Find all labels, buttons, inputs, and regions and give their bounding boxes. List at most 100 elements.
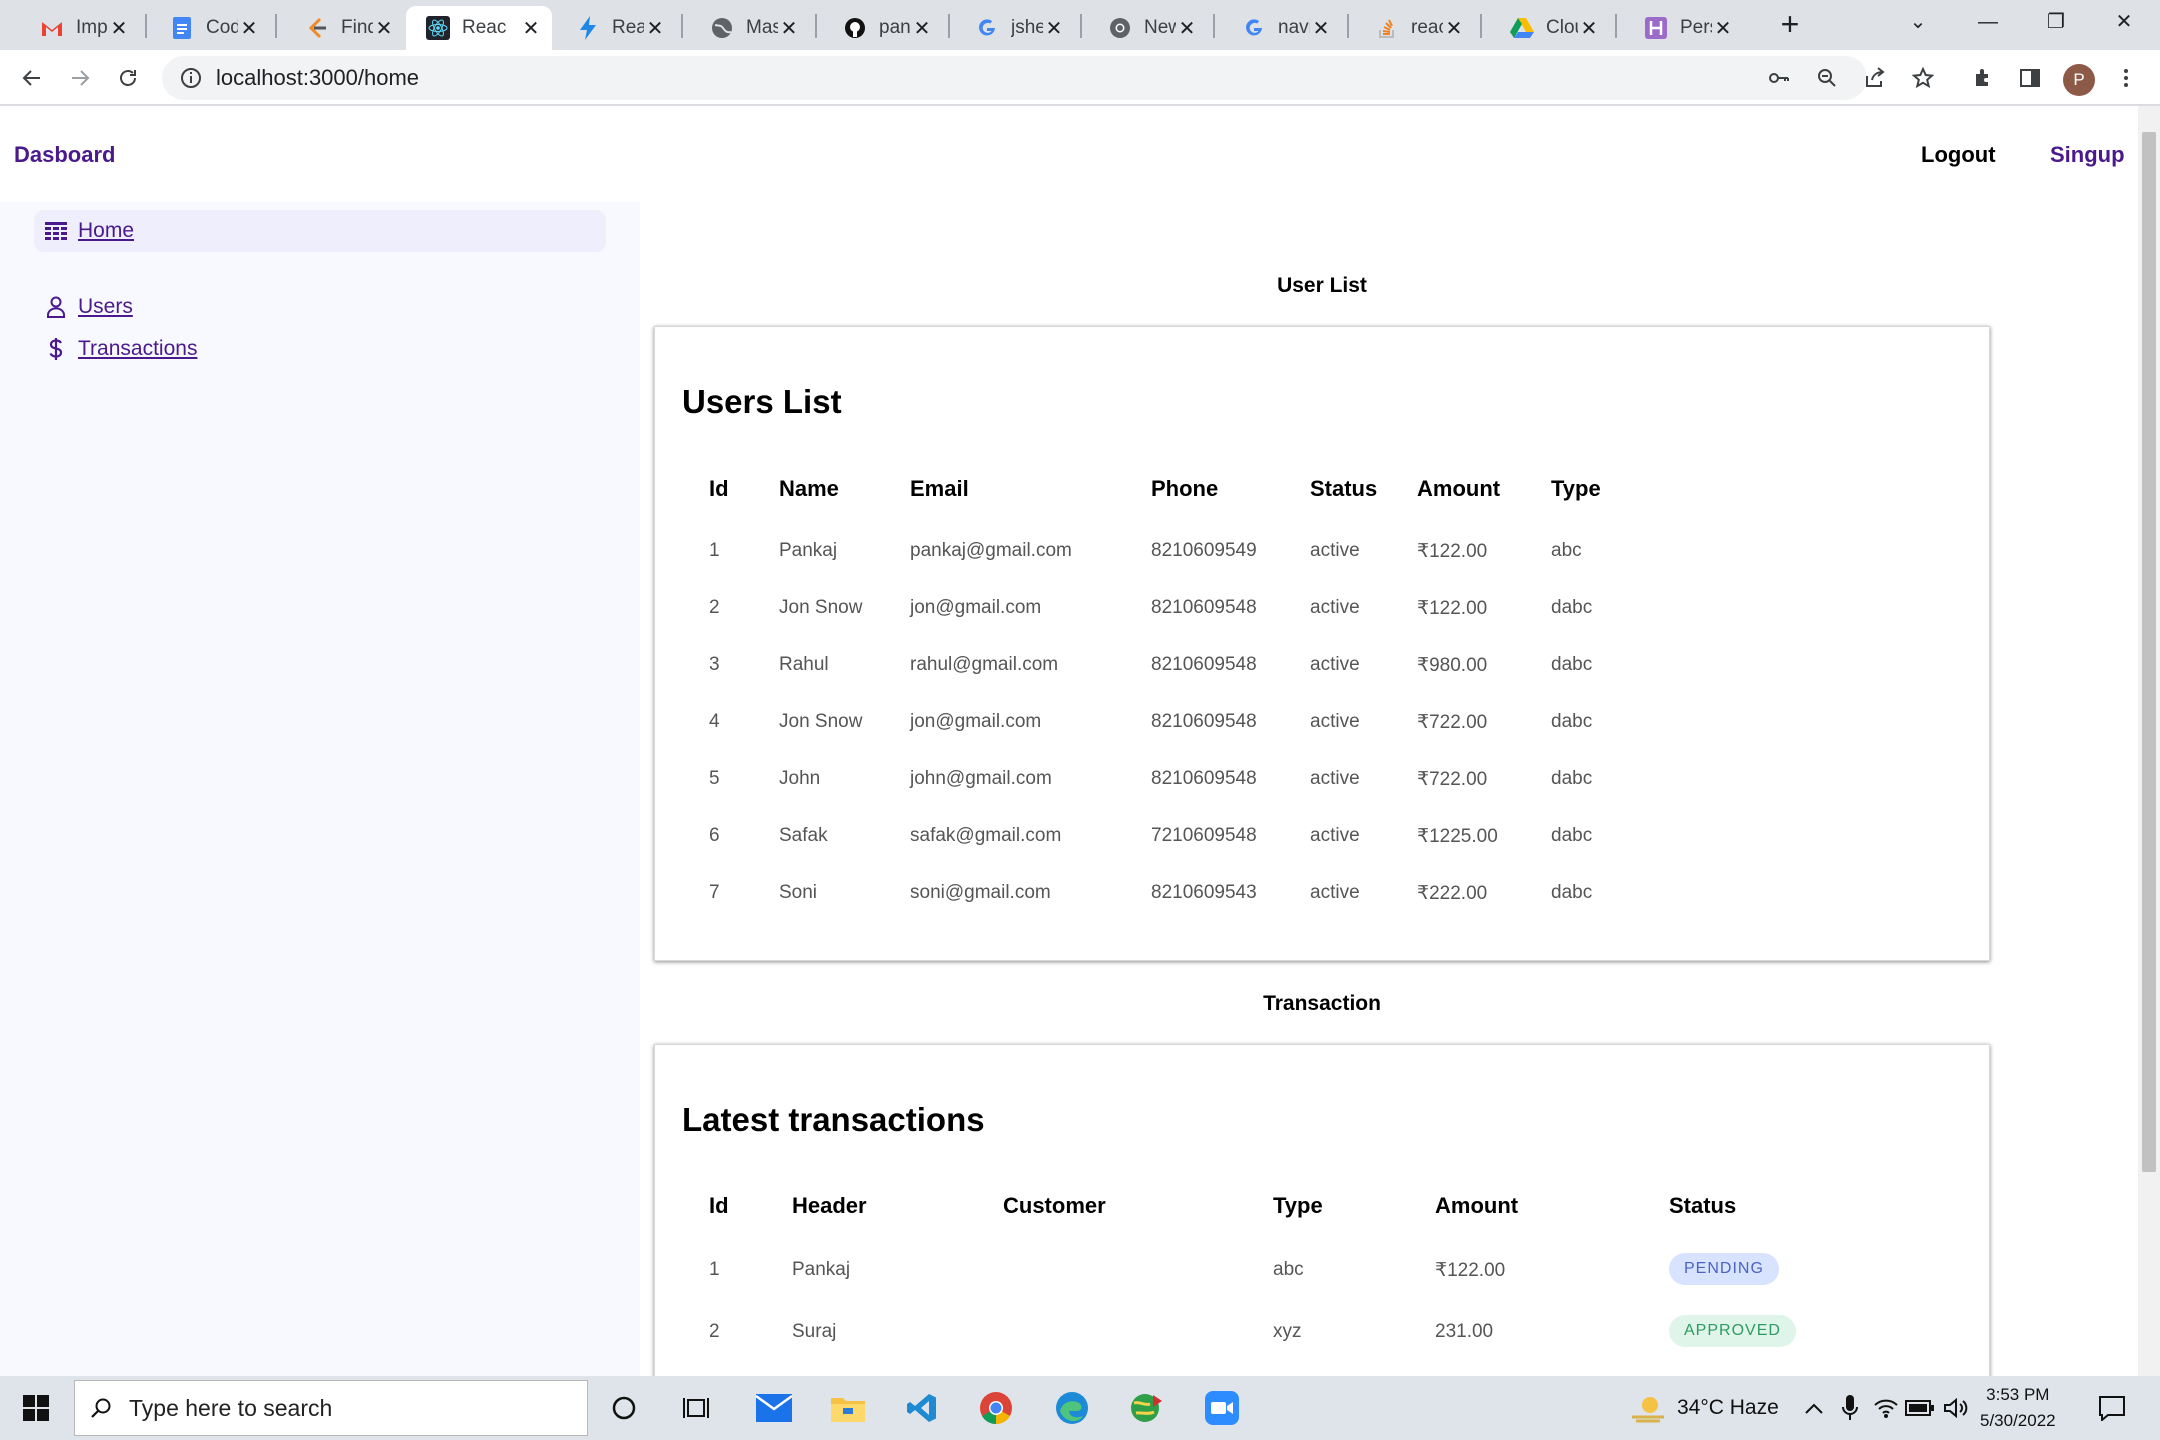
tab-separator (948, 14, 950, 38)
browser-tab[interactable]: Mas ✕ (690, 6, 810, 50)
table-cell: 4 (709, 711, 720, 732)
browser-tab[interactable]: Code✕ (150, 6, 270, 50)
browser-tab[interactable]: jshel✕ (955, 6, 1075, 50)
taskbar-clock[interactable]: 3:53 PM 5/30/2022 (1980, 1382, 2056, 1434)
table-cell: Suraj (792, 1321, 837, 1342)
table-cell: active (1310, 882, 1360, 903)
close-tab-icon[interactable]: ✕ (108, 16, 130, 41)
side-panel-icon[interactable] (2014, 62, 2046, 94)
close-tab-icon[interactable]: ✕ (1043, 16, 1065, 41)
status-badge: PENDING (1669, 1253, 1779, 1285)
tab-title: navic (1278, 17, 1310, 38)
browser-tab[interactable]: navic✕ (1222, 6, 1342, 50)
key-icon[interactable] (1764, 63, 1794, 93)
browser-tab[interactable]: Clou✕ (1490, 6, 1610, 50)
info-icon[interactable] (180, 67, 202, 89)
browser-tab[interactable]: Reac✕ (556, 6, 676, 50)
weather-text[interactable]: 34°C Haze (1677, 1396, 1779, 1420)
scrollbar-thumb[interactable] (2142, 132, 2156, 1172)
browser-tab[interactable]: pank✕ (823, 6, 943, 50)
transactions-section-title: Transaction (1263, 992, 1381, 1015)
forward-button[interactable] (60, 58, 100, 98)
browser-tab[interactable]: Reac ✕ (406, 6, 552, 50)
restore-icon[interactable]: ❐ (2026, 0, 2086, 44)
close-tab-icon[interactable]: ✕ (1578, 16, 1600, 41)
browser-tab[interactable]: Find ✕ (285, 6, 405, 50)
reload-button[interactable] (108, 58, 148, 98)
brand-title[interactable]: Dasboard (14, 142, 115, 168)
logout-link[interactable]: Logout (1921, 142, 1996, 168)
tab-title: Reac (462, 17, 507, 38)
address-bar[interactable]: localhost:3000/home (162, 56, 1867, 100)
windows-start-icon[interactable] (14, 1386, 58, 1430)
gmail-icon (40, 16, 64, 40)
table-cell: ₹222.00 (1417, 883, 1488, 904)
table-header: Amount (1417, 476, 1501, 501)
close-tab-icon[interactable]: ✕ (911, 16, 933, 41)
close-tab-icon[interactable]: ✕ (1712, 16, 1734, 41)
close-tab-icon[interactable]: ✕ (238, 16, 260, 41)
table-cell: 6 (709, 825, 720, 846)
chrome-icon[interactable] (974, 1386, 1018, 1430)
table-cell: Jon Snow (779, 597, 863, 618)
taskbar-search-input[interactable]: Type here to search (74, 1380, 588, 1436)
close-tab-icon[interactable]: ✕ (778, 16, 800, 41)
file-explorer-icon[interactable] (826, 1386, 870, 1430)
share-icon[interactable] (1860, 63, 1890, 93)
close-tab-icon[interactable]: ✕ (1176, 16, 1198, 41)
transactions-card-title: Latest transactions (682, 1101, 985, 1138)
zoom-icon[interactable] (1812, 63, 1842, 93)
table-header: Type (1551, 476, 1601, 501)
weather-icon[interactable] (1626, 1386, 1670, 1430)
browser-tab[interactable]: Impo✕ (20, 6, 140, 50)
signup-link[interactable]: Singup (2050, 142, 2125, 168)
menu-kebab-icon[interactable] (2110, 62, 2142, 94)
table-cell: John (779, 768, 821, 789)
table-cell: dabc (1551, 768, 1593, 789)
task-view-icon[interactable] (674, 1386, 718, 1430)
browser-tab[interactable]: reacl✕ (1355, 6, 1475, 50)
table-header: Type (1273, 1193, 1323, 1218)
close-tab-icon[interactable]: ✕ (373, 16, 395, 41)
react-icon (426, 16, 450, 40)
close-window-icon[interactable]: ✕ (2094, 0, 2154, 44)
browser-tab[interactable]: Pers✕ (1624, 6, 1744, 50)
vscode-icon[interactable] (900, 1386, 944, 1430)
edge-icon[interactable] (1050, 1386, 1094, 1430)
bookmark-star-icon[interactable] (1908, 63, 1938, 93)
close-tab-icon[interactable]: ✕ (1443, 16, 1465, 41)
back-button[interactable] (12, 58, 52, 98)
table-cell: jon@gmail.com (910, 597, 1042, 618)
sidebar-item-users[interactable]: Users (34, 286, 133, 328)
extensions-icon[interactable] (1967, 62, 1999, 94)
tab-title: New (1144, 17, 1176, 38)
tab-search-chevron-icon[interactable]: ⌄ (1888, 0, 1948, 44)
zoom-app-icon[interactable] (1200, 1386, 1244, 1430)
cortana-icon[interactable] (602, 1386, 646, 1430)
table-cell: 8210609548 (1151, 654, 1257, 675)
table-row (655, 1245, 1989, 1295)
volume-icon[interactable] (1934, 1386, 1978, 1430)
browser-toolbar: localhost:3000/home P (0, 50, 2160, 106)
mail-icon[interactable] (752, 1386, 796, 1430)
notifications-icon[interactable] (2090, 1386, 2134, 1430)
table-cell: active (1310, 540, 1360, 561)
new-tab-button[interactable]: + (1775, 6, 1805, 42)
minimize-icon[interactable]: — (1958, 0, 2018, 44)
tab-separator (145, 14, 147, 38)
tab-title: reacl (1411, 17, 1443, 38)
close-tab-icon[interactable]: ✕ (520, 16, 542, 41)
browser-tab[interactable]: New ✕ (1088, 6, 1208, 50)
page-scrollbar[interactable] (2138, 106, 2160, 1376)
tab-title: Code (206, 17, 238, 38)
sidebar-item-transactions[interactable]: Transactions (34, 328, 197, 370)
globe-app-icon[interactable] (1124, 1386, 1168, 1430)
close-tab-icon[interactable]: ✕ (1310, 16, 1332, 41)
google-icon (1242, 16, 1266, 40)
tab-separator (681, 14, 683, 38)
table-cell: ₹1225.00 (1417, 826, 1498, 847)
close-tab-icon[interactable]: ✕ (644, 16, 666, 41)
clock-date: 5/30/2022 (1980, 1411, 2056, 1430)
profile-avatar[interactable]: P (2063, 64, 2095, 96)
sidebar-item-home[interactable]: Home (34, 210, 606, 252)
